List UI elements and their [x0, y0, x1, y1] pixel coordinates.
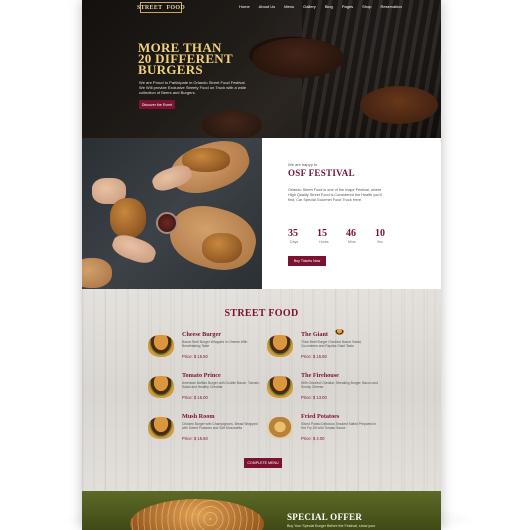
special-offer-text: Buy Your Special Burger Before the Festi… [287, 524, 376, 528]
burger-thumbnail [148, 335, 174, 357]
burger-thumbnail [148, 417, 174, 439]
nav-blog[interactable]: Blog [325, 4, 333, 9]
menu-item[interactable]: The Firehouse With Grizzled Cheddar, Str… [267, 370, 417, 406]
nav-home[interactable]: Home [239, 4, 250, 9]
hero-title: MORE THAN 20 DIFFERENT BURGERS [138, 40, 233, 77]
festival-title: OSF FESTIVAL [288, 168, 355, 178]
top-nav: STREET FOOD Home About Us Menu Gallery B… [82, 0, 441, 14]
nav-shop[interactable]: Shop [362, 4, 371, 9]
buy-tickets-button[interactable]: Buy Tickets Now [288, 256, 326, 266]
menu-title: STREET FOOD [224, 308, 299, 319]
burger-badge-icon [335, 329, 344, 335]
menu-item[interactable]: Fried Potatoes Sliced Potato Delicious S… [267, 411, 417, 447]
street-food-menu: STREET FOOD Cheese Burger Bacon Beef Bur… [82, 289, 441, 491]
burger-thumbnail [267, 335, 293, 357]
menu-item[interactable]: The Giant Thick Beef Burger Cheddar Baco… [267, 329, 417, 365]
burger-thumbnail [267, 376, 293, 398]
special-offer-title: SPECIAL OFFER [287, 512, 363, 522]
festival-description: Orlando Street Food is one of the major … [288, 188, 382, 202]
countdown: 35 Days 15 Hours 46 Mins 10 Sec [288, 228, 404, 244]
countdown-mins: 46 Mins [346, 228, 356, 244]
countdown-hours: 15 Hours [317, 228, 329, 244]
countdown-days: 35 Days [288, 228, 299, 244]
festival-section: We are happy to OSF FESTIVAL Orlando Str… [262, 138, 441, 289]
hero-text: We are Proud to Participate in Orlando S… [139, 80, 247, 95]
hero-section: STREET FOOD Home About Us Menu Gallery B… [82, 0, 441, 140]
nav-reservation[interactable]: Reservation [381, 4, 402, 9]
nav-about[interactable]: About Us [259, 4, 275, 9]
discover-event-button[interactable]: Discover the Event [139, 100, 175, 109]
nav-gallery[interactable]: Gallery [303, 4, 316, 9]
festival-pretitle: We are happy to [288, 162, 318, 167]
website-mockup: STREET FOOD Home About Us Menu Gallery B… [82, 0, 441, 530]
complete-menu-button[interactable]: COMPLETE MENU [244, 458, 282, 468]
main-menu: Home About Us Menu Gallery Blog Pages Sh… [239, 4, 402, 9]
nav-pages[interactable]: Pages [342, 4, 353, 9]
logo[interactable]: STREET FOOD [137, 2, 185, 13]
nav-menu[interactable]: Menu [284, 4, 294, 9]
countdown-secs: 10 Sec [375, 228, 385, 244]
special-offer-section: SPECIAL OFFER Buy Your Special Burger Be… [82, 491, 441, 530]
fries-thumbnail [267, 417, 293, 439]
festival-photo [82, 138, 262, 289]
burger-thumbnail [148, 376, 174, 398]
